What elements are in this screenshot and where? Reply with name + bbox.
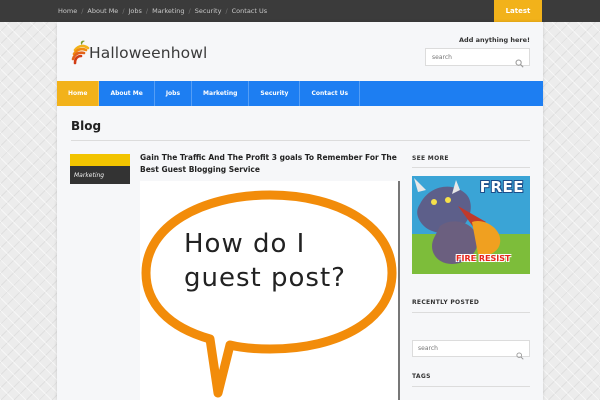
post-category-label[interactable]: Marketing bbox=[70, 166, 130, 184]
pumpkin-logo-icon bbox=[71, 40, 93, 66]
site-name: Halloweenhowl bbox=[89, 44, 208, 62]
sidebar-ad-image[interactable]: FREE FIRE RESIST bbox=[412, 176, 530, 274]
sidebar-search[interactable] bbox=[412, 340, 530, 360]
sidebar-heading-see-more: SEE MORE bbox=[412, 155, 449, 162]
divider bbox=[412, 312, 530, 313]
image-edge bbox=[398, 181, 400, 400]
top-link-contact-us[interactable]: Contact Us bbox=[232, 7, 268, 15]
ad-text-free: FREE bbox=[479, 178, 524, 196]
header-promo-text: Add anything here! bbox=[459, 36, 530, 44]
image-text-line-2: guest post? bbox=[184, 263, 346, 293]
divider bbox=[412, 167, 530, 168]
header-search[interactable] bbox=[425, 48, 530, 68]
post-featured-image[interactable]: How do I guest post? bbox=[140, 181, 400, 400]
top-link-marketing[interactable]: Marketing bbox=[152, 7, 184, 15]
separator: / bbox=[145, 7, 149, 15]
separator: / bbox=[122, 7, 125, 15]
nav-item-about-me[interactable]: About Me bbox=[99, 81, 155, 106]
separator: / bbox=[225, 7, 228, 15]
post-title-link[interactable]: Gain The Traffic And The Profit 3 goals … bbox=[140, 152, 400, 176]
sidebar-heading-tags: TAGS bbox=[412, 373, 431, 380]
page-container: Halloweenhowl Add anything here! Home Ab… bbox=[57, 22, 543, 400]
main-nav: Home About Me Jobs Marketing Security Co… bbox=[57, 81, 543, 106]
nav-item-jobs[interactable]: Jobs bbox=[155, 81, 193, 106]
sidebar-search-input[interactable] bbox=[418, 345, 498, 352]
ad-text-fire-resist: FIRE RESIST bbox=[456, 254, 511, 263]
page-title: Blog bbox=[71, 119, 102, 133]
top-link-security[interactable]: Security bbox=[195, 7, 222, 15]
nav-item-security[interactable]: Security bbox=[249, 81, 301, 106]
top-link-jobs[interactable]: Jobs bbox=[129, 7, 142, 15]
sidebar-heading-recently-posted: RECENTLY POSTED bbox=[412, 299, 480, 306]
nav-item-home[interactable]: Home bbox=[57, 81, 100, 106]
top-link-about-me[interactable]: About Me bbox=[87, 7, 118, 15]
search-icon[interactable] bbox=[516, 345, 524, 360]
latest-tab[interactable]: Latest bbox=[494, 0, 542, 22]
post-category-card[interactable]: Marketing bbox=[70, 154, 130, 184]
nav-item-marketing[interactable]: Marketing bbox=[192, 81, 250, 106]
divider bbox=[412, 386, 530, 387]
category-stripe bbox=[70, 154, 130, 166]
top-nav: Home / About Me / Jobs / Marketing / Securit… bbox=[58, 0, 267, 22]
top-bar: Home / About Me / Jobs / Marketing / Securit… bbox=[0, 0, 600, 22]
header-search-input[interactable] bbox=[432, 53, 512, 61]
top-link-home[interactable]: Home bbox=[58, 7, 77, 15]
nav-item-contact-us[interactable]: Contact Us bbox=[300, 81, 361, 106]
divider bbox=[71, 140, 530, 141]
search-icon[interactable] bbox=[515, 53, 524, 68]
site-logo[interactable]: Halloweenhowl bbox=[71, 38, 207, 68]
separator: / bbox=[188, 7, 191, 15]
separator: / bbox=[81, 7, 84, 15]
image-text-line-1: How do I bbox=[184, 229, 306, 259]
